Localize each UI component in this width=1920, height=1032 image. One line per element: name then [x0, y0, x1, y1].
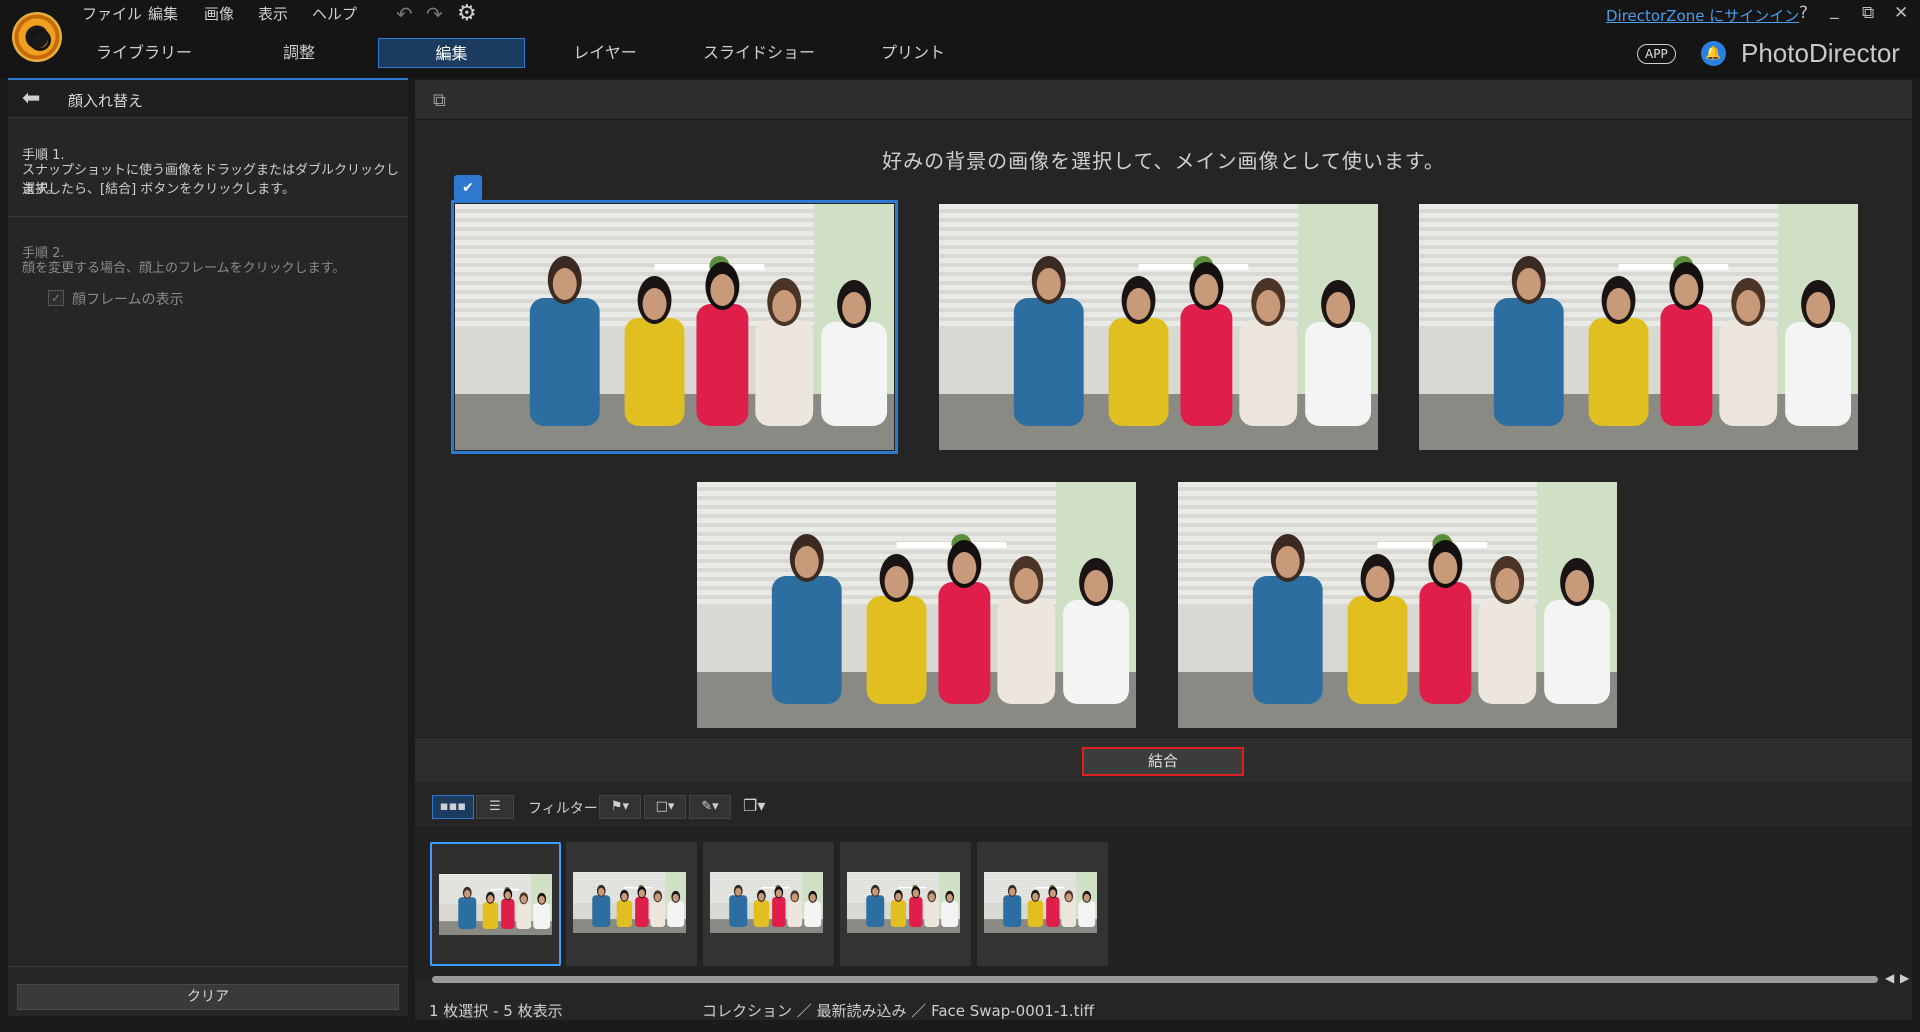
menu-image[interactable]: 画像	[204, 3, 234, 24]
face-swap-workspace: ⧉ 好みの背景の画像を選択して、メイン画像として使います。 ✔ 結合 ▪▪▪ ☰…	[415, 80, 1912, 1020]
face-swap-panel: ⬅ 顔入れ替え 手順 1. スナップショットに使う画像をドラッグまたはダブルクリ…	[8, 78, 408, 1016]
filmstrip	[415, 828, 1912, 978]
frame-filter-icon[interactable]: □▾	[644, 795, 686, 819]
tab-slideshow[interactable]: スライドショー	[700, 38, 818, 68]
workspace-toolbar: ⧉	[415, 80, 1912, 120]
step1-line2: 選択したら、[結合] ボタンをクリックします。	[22, 182, 295, 197]
tab-adjust[interactable]: 調整	[264, 38, 334, 68]
selection-count: 1 枚選択 - 5 枚表示	[429, 1002, 563, 1020]
panel-header: ⬅ 顔入れ替え	[8, 80, 408, 118]
thumbnail-4[interactable]	[840, 842, 971, 966]
redo-icon[interactable]: ↷	[426, 2, 443, 26]
merge-bar: 結合	[415, 737, 1912, 782]
brand-name: PhotoDirector	[1741, 38, 1900, 68]
menu-edit[interactable]: 編集	[148, 3, 178, 24]
photodirector-logo	[12, 12, 62, 62]
photo-2[interactable]	[939, 204, 1378, 450]
show-face-frames-label: 顔フレームの表示	[72, 292, 184, 308]
help-icon[interactable]: ?	[1799, 3, 1808, 23]
close-icon[interactable]: ✕	[1894, 3, 1908, 23]
stack-icon[interactable]: ❐▾	[743, 796, 765, 815]
app-badge[interactable]: APP	[1637, 44, 1676, 64]
undo-icon[interactable]: ↶	[396, 2, 413, 26]
merge-button[interactable]: 結合	[1082, 747, 1244, 776]
flag-filter-icon[interactable]: ⚑▾	[599, 795, 641, 819]
photodirector-window: ファイル 編集 画像 表示 ヘルプ ↶ ↷ ⚙ ライブラリー 調整 編集 レイヤ…	[0, 0, 1920, 1032]
show-face-frames-checkbox[interactable]: ✓	[48, 290, 64, 306]
tab-print[interactable]: プリント	[875, 38, 951, 68]
arrow-left-icon[interactable]: ⬅	[22, 86, 40, 111]
panel-title: 顔入れ替え	[68, 92, 144, 110]
tab-edit[interactable]: 編集	[378, 38, 525, 68]
photo-1[interactable]	[451, 200, 898, 454]
gear-icon[interactable]: ⚙	[457, 1, 477, 26]
compare-view-icon[interactable]: ⧉	[433, 90, 457, 111]
title-bar: ファイル 編集 画像 表示 ヘルプ ↶ ↷ ⚙ ライブラリー 調整 編集 レイヤ…	[0, 0, 1920, 78]
thumbnail-2[interactable]	[566, 842, 697, 966]
file-path: コレクション ／ 最新読み込み ／ Face Swap-0001-1.tiff	[702, 1002, 1094, 1020]
menu-help[interactable]: ヘルプ	[312, 3, 357, 24]
divider	[8, 216, 408, 217]
clear-button[interactable]: クリア	[17, 984, 399, 1010]
filter-label: フィルター:	[528, 801, 603, 817]
tab-layers[interactable]: レイヤー	[565, 38, 645, 68]
restore-icon[interactable]: ⧉	[1862, 3, 1874, 23]
minimize-icon[interactable]: _	[1830, 0, 1839, 20]
main-image-icon: ✔	[454, 175, 482, 201]
thumbnail-3[interactable]	[703, 842, 834, 966]
filmstrip-scrollbar[interactable]	[432, 976, 1878, 983]
photo-4[interactable]	[697, 482, 1136, 728]
scroll-left-icon[interactable]: ◀	[1885, 971, 1894, 985]
list-view-icon[interactable]: ☰	[476, 795, 514, 819]
pen-filter-icon[interactable]: ✎▾	[689, 795, 731, 819]
directorzone-signin-link[interactable]: DirectorZone にサインイン	[1606, 5, 1799, 26]
grid-view-icon[interactable]: ▪▪▪	[432, 795, 474, 819]
photo-5[interactable]	[1178, 482, 1617, 728]
thumbnail-5[interactable]	[977, 842, 1108, 966]
thumbnail-1[interactable]	[430, 842, 561, 966]
filter-bar: ▪▪▪ ☰ フィルター: ⚑▾ □▾ ✎▾ ❐▾	[415, 783, 1912, 828]
tab-library[interactable]: ライブラリー	[92, 38, 196, 68]
status-bar: 1 枚選択 - 5 枚表示 コレクション ／ 最新読み込み ／ Face Swa…	[415, 992, 1912, 1020]
instruction-text: 好みの背景の画像を選択して、メイン画像として使います。	[882, 149, 1445, 173]
photo-3[interactable]	[1419, 204, 1858, 450]
step2-line1: 顔を変更する場合、顔上のフレームをクリックします。	[22, 261, 346, 276]
scroll-right-icon[interactable]: ▶	[1900, 971, 1909, 985]
menu-file[interactable]: ファイル	[82, 3, 142, 24]
divider	[8, 966, 408, 967]
menu-view[interactable]: 表示	[258, 3, 288, 24]
bell-icon[interactable]: 🔔	[1701, 41, 1726, 66]
